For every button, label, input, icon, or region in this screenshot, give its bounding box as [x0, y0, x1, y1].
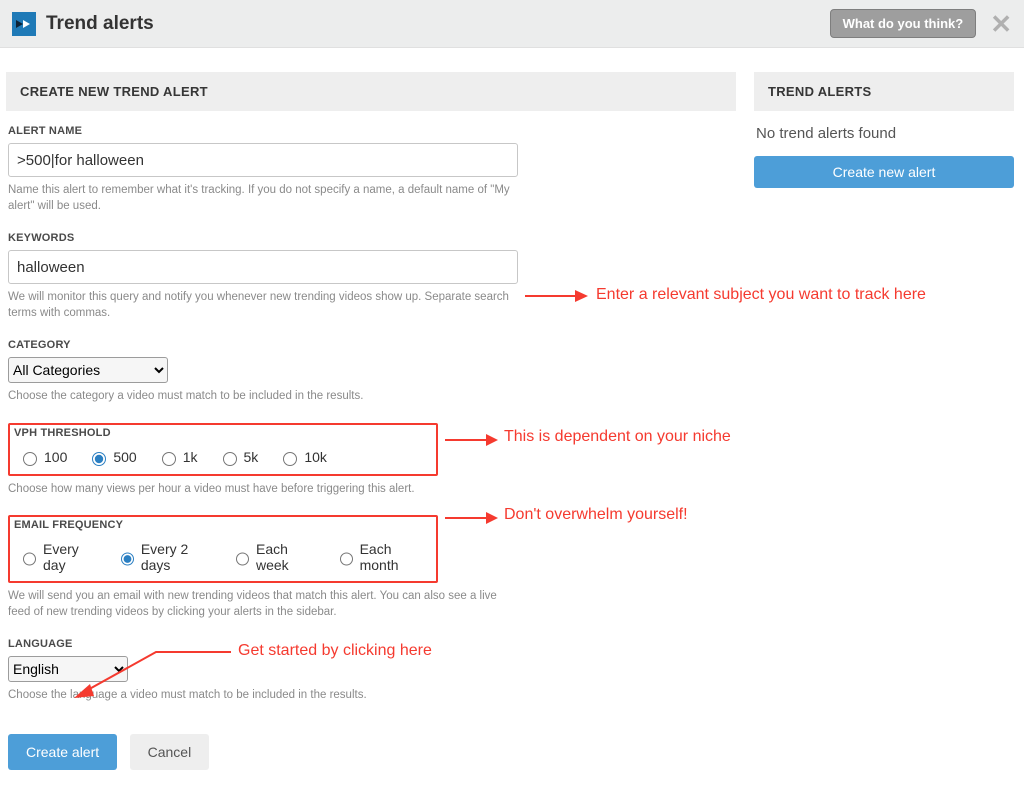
- emailfreq-radio[interactable]: [340, 552, 353, 566]
- vph-label: VPH THRESHOLD: [14, 427, 432, 439]
- vph-option[interactable]: 500: [87, 449, 136, 466]
- emailfreq-option[interactable]: Every 2 days: [116, 541, 215, 573]
- category-label: CATEGORY: [8, 339, 734, 351]
- alert-name-input[interactable]: [8, 143, 518, 177]
- vph-radio[interactable]: [283, 452, 297, 466]
- keywords-label: KEYWORDS: [8, 232, 734, 244]
- keywords-help: We will monitor this query and notify yo…: [8, 290, 518, 321]
- page-title: Trend alerts: [46, 13, 154, 35]
- app-icon: [12, 12, 36, 36]
- vph-radio-group: 100 500 1k 5k 10k: [14, 445, 432, 470]
- create-alert-button[interactable]: Create alert: [8, 734, 117, 770]
- alert-name-label: ALERT NAME: [8, 125, 734, 137]
- vph-option[interactable]: 1k: [157, 449, 198, 466]
- vph-option[interactable]: 100: [18, 449, 67, 466]
- language-help: Choose the language a video must match t…: [8, 688, 518, 704]
- category-select[interactable]: All Categories: [8, 357, 168, 383]
- emailfreq-radio[interactable]: [23, 552, 36, 566]
- create-panel: CREATE NEW TREND ALERT ALERT NAME Name t…: [6, 72, 746, 770]
- vph-radio[interactable]: [92, 452, 106, 466]
- create-header: CREATE NEW TREND ALERT: [6, 72, 736, 111]
- field-category: CATEGORY All Categories Choose the categ…: [8, 339, 734, 405]
- vph-radio[interactable]: [162, 452, 176, 466]
- email-freq-label: EMAIL FREQUENCY: [14, 519, 432, 531]
- sidebar-header: TREND ALERTS: [754, 72, 1014, 111]
- email-radio-group: Every day Every 2 days Each week Each month: [14, 537, 432, 577]
- field-language: LANGUAGE English Choose the language a v…: [8, 638, 734, 704]
- keywords-input[interactable]: [8, 250, 518, 284]
- sidebar-empty-text: No trend alerts found: [754, 111, 1014, 156]
- field-keywords: KEYWORDS We will monitor this query and …: [8, 232, 734, 321]
- sidebar-create-button[interactable]: Create new alert: [754, 156, 1014, 188]
- vph-option[interactable]: 10k: [278, 449, 327, 466]
- emailfreq-option[interactable]: Each week: [231, 541, 319, 573]
- field-alert-name: ALERT NAME Name this alert to remember w…: [8, 125, 734, 214]
- emailfreq-option[interactable]: Every day: [18, 541, 100, 573]
- language-label: LANGUAGE: [8, 638, 734, 650]
- language-select[interactable]: English: [8, 656, 128, 682]
- vph-help: Choose how many views per hour a video m…: [8, 482, 518, 498]
- close-icon[interactable]: ✕: [990, 11, 1012, 37]
- form-actions: Create alert Cancel: [8, 734, 734, 770]
- sidebar-panel: TREND ALERTS No trend alerts found Creat…: [754, 72, 1014, 770]
- cancel-button[interactable]: Cancel: [130, 734, 210, 770]
- feedback-button[interactable]: What do you think?: [830, 9, 977, 38]
- email-freq-help: We will send you an email with new trend…: [8, 589, 518, 620]
- emailfreq-radio[interactable]: [121, 552, 134, 566]
- vph-radio[interactable]: [23, 452, 37, 466]
- field-vph: VPH THRESHOLD 100 500 1k 5k 10k Choose how m…: [8, 423, 734, 498]
- topbar: Trend alerts What do you think? ✕: [0, 0, 1024, 48]
- emailfreq-option[interactable]: Each month: [335, 541, 428, 573]
- vph-option[interactable]: 5k: [218, 449, 259, 466]
- alert-name-help: Name this alert to remember what it's tr…: [8, 183, 518, 214]
- category-help: Choose the category a video must match t…: [8, 389, 518, 405]
- emailfreq-radio[interactable]: [236, 552, 249, 566]
- vph-radio[interactable]: [223, 452, 237, 466]
- field-email-freq: EMAIL FREQUENCY Every day Every 2 days Eac…: [8, 515, 734, 620]
